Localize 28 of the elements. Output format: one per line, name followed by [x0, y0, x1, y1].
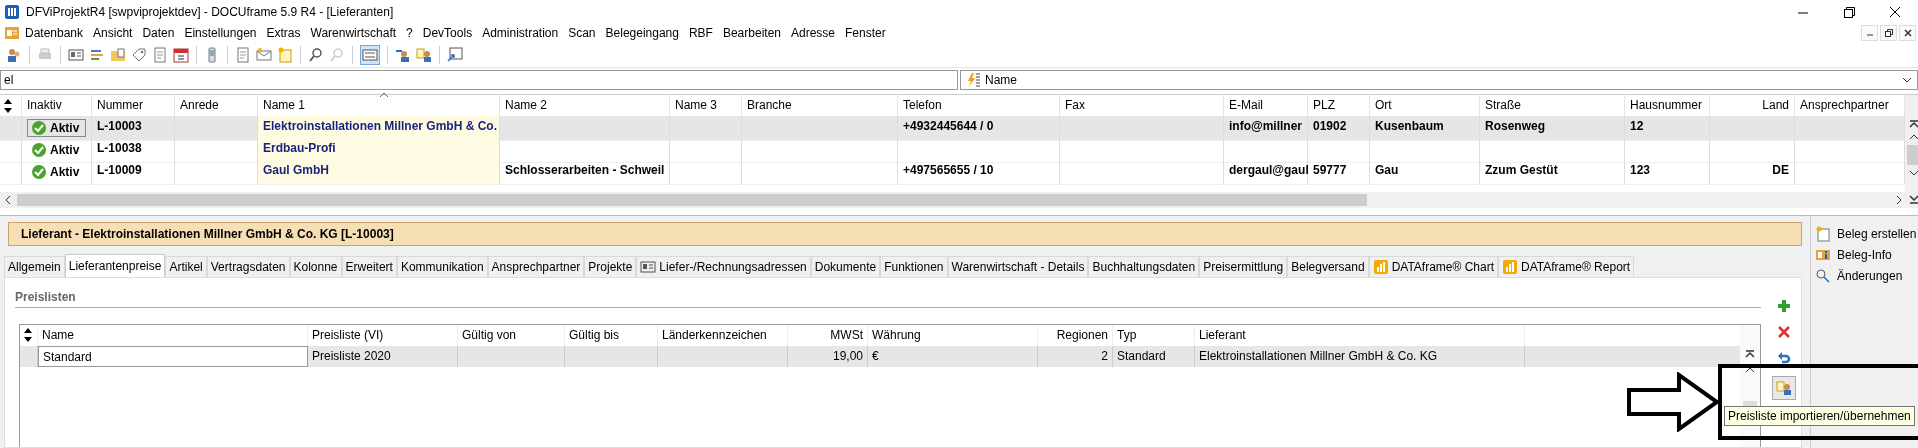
table-cell: Gaul GmbH [258, 160, 500, 185]
table-cell: dergaul@gaul [1224, 160, 1308, 185]
table-cell: L-10009 [92, 160, 175, 185]
table-cell: Gau [1370, 160, 1480, 185]
table-cell: +4932445644 / 0 [898, 116, 1060, 141]
table-cell: 59777 [1308, 160, 1370, 185]
table-cell: info@millner [1224, 116, 1308, 141]
record-header: Lieferant - Elektroinstallationen Millner GmbH & Co. KG [L-10003] [8, 222, 1802, 246]
table-cell: DE [1710, 160, 1795, 185]
table-cell: 2 [1038, 346, 1113, 367]
table-cell: 01902 [1308, 116, 1370, 141]
table-cell: Kusenbaum [1370, 116, 1480, 141]
window-title: DFViProjektR4 [swpviprojektdev] - DOCUframe 5.9 R4 - [Lieferanten] [26, 5, 394, 19]
table-cell: Rosenweg [1480, 116, 1625, 141]
table-cell: +497565655 / 10 [898, 160, 1060, 185]
table-cell: Preisliste 2020 [308, 346, 458, 367]
table-cell: L-10003 [92, 116, 175, 141]
section-title: Preislisten [15, 286, 1761, 308]
table-cell: Standard [1113, 346, 1195, 367]
table-cell: € [868, 346, 1038, 367]
tooltip: Preisliste importieren/übernehmen [1724, 406, 1915, 426]
table-cell: 12 [1625, 116, 1710, 141]
table-cell: Elektroinstallationen Millner GmbH & Co. KG [1195, 346, 1525, 367]
table-cell: Zzum Gestüt [1480, 160, 1625, 185]
table-cell: L-10038 [92, 138, 175, 163]
table-cell: 123 [1625, 160, 1710, 185]
table-cell: 19,00 [788, 346, 868, 367]
table-cell: Schlosserarbeiten - Schweil [500, 160, 670, 185]
